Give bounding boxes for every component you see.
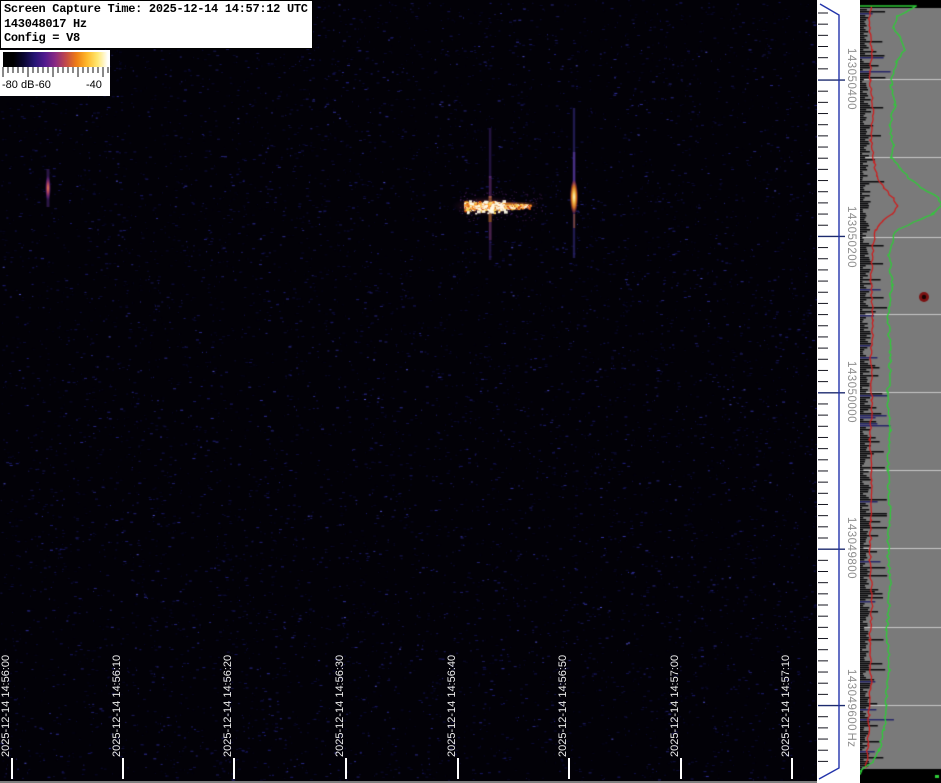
colorbar-ticks — [2, 67, 109, 77]
frequency-label: 143049800 — [845, 516, 857, 580]
colorbar-legend: -80 dB -60 -40 — [0, 50, 110, 96]
time-label: 2025-12-14 14:56:00 — [0, 654, 12, 757]
time-label: 2025-12-14 14:56:10 — [111, 654, 123, 757]
center-frequency-text: 143048017 Hz — [4, 16, 87, 31]
frequency-label: 143050000 — [845, 360, 857, 424]
frequency-label: 143050400 — [845, 47, 857, 111]
time-label: 2025-12-14 14:57:10 — [780, 654, 792, 757]
frequency-label: 143049600 — [845, 668, 857, 732]
time-tick — [233, 758, 235, 779]
time-tick — [680, 758, 682, 779]
time-label: 2025-12-14 14:57:00 — [669, 654, 681, 757]
frequency-label: 143050200 — [845, 205, 857, 269]
time-tick — [122, 758, 124, 779]
meteor-radar-spectrogram-app: Screen Capture Time: 2025-12-14 14:57:12… — [0, 0, 941, 783]
time-tick — [11, 758, 13, 779]
time-tick — [568, 758, 570, 779]
frequency-unit-label: Hz — [845, 732, 857, 748]
colorbar-label-min: -80 dB — [2, 79, 35, 91]
colorbar-gradient — [3, 52, 108, 67]
time-label: 2025-12-14 14:56:50 — [557, 654, 569, 757]
time-label: 2025-12-14 14:56:20 — [222, 654, 234, 757]
time-tick — [457, 758, 459, 779]
time-label: 2025-12-14 14:56:30 — [334, 654, 346, 757]
config-text: Config = V8 — [4, 31, 80, 45]
time-tick — [791, 758, 793, 779]
capture-time-text: Screen Capture Time: 2025-12-14 14:57:12… — [4, 2, 308, 16]
time-label: 2025-12-14 14:56:40 — [446, 654, 458, 757]
colorbar-label-mid: -60 — [35, 79, 51, 91]
spectrum-panel-canvas — [860, 0, 941, 783]
time-tick — [345, 758, 347, 779]
capture-info-box: Screen Capture Time: 2025-12-14 14:57:12… — [0, 0, 313, 49]
colorbar-label-max: -40 — [86, 79, 102, 91]
